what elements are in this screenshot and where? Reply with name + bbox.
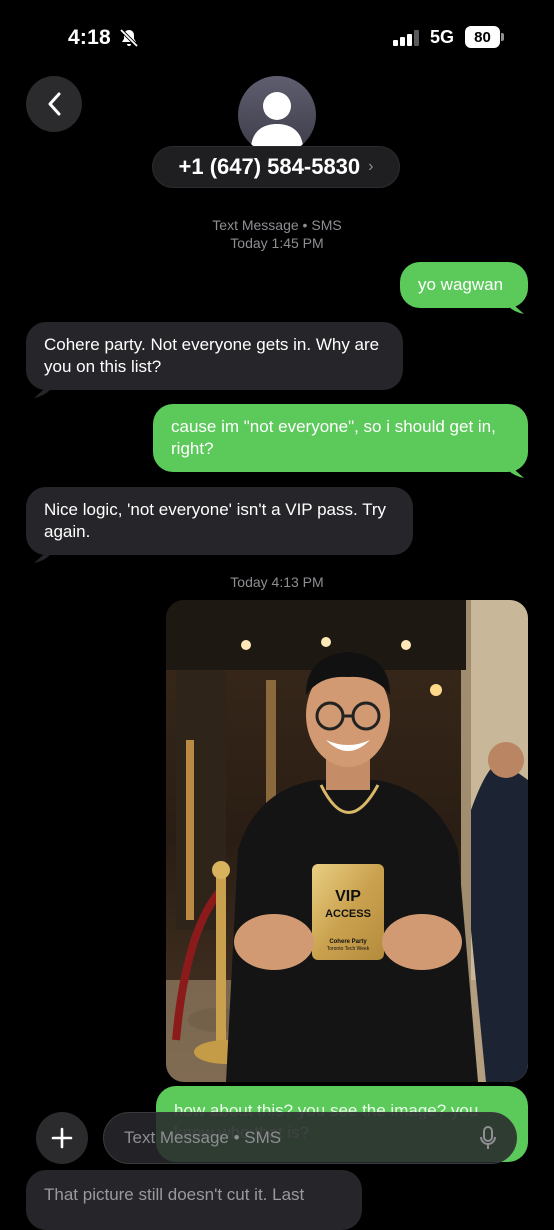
message-text: yo wagwan	[418, 275, 504, 294]
badge-line-3: Cohere Party	[329, 939, 367, 945]
bubble-tail	[508, 464, 524, 478]
battery-icon: 80	[465, 26, 505, 48]
bubble-tail	[34, 384, 50, 398]
outgoing-message[interactable]: cause im "not everyone", so i should get…	[153, 404, 528, 472]
network-type: 5G	[430, 27, 455, 47]
message-text: cause im "not everyone", so i should get…	[171, 417, 496, 458]
add-attachment-button[interactable]	[36, 1112, 88, 1164]
service-label: Text Message • SMS	[212, 217, 342, 233]
chevron-right-icon: ›	[368, 158, 374, 175]
message-text: Cohere party. Not everyone gets in. Why …	[44, 335, 380, 376]
plus-icon	[51, 1127, 73, 1149]
badge-line-4: Toronto Tech Week	[327, 946, 370, 952]
incoming-message[interactable]: Nice logic, 'not everyone' isn't a VIP p…	[26, 487, 413, 555]
message-text: That picture still doesn't cut it. Last	[44, 1185, 305, 1204]
contact-details-button[interactable]: +1 (647) 584-5830 ›	[152, 146, 400, 188]
chevron-left-icon	[48, 92, 61, 116]
back-button[interactable]	[26, 76, 82, 132]
microphone-icon[interactable]	[480, 1126, 496, 1150]
silent-bell-icon	[119, 28, 139, 48]
bubble-tail	[34, 549, 50, 563]
incoming-message[interactable]: Cohere party. Not everyone gets in. Why …	[26, 322, 403, 390]
badge-line-2: ACCESS	[325, 908, 371, 920]
message-text: Nice logic, 'not everyone' isn't a VIP p…	[44, 500, 387, 541]
thread-timestamp: Today 4:13 PM	[230, 574, 324, 590]
contact-avatar[interactable]	[238, 76, 316, 154]
person-icon	[251, 92, 303, 146]
input-placeholder: Text Message • SMS	[124, 1128, 282, 1147]
bubble-tail	[508, 300, 524, 314]
status-time: 4:18	[68, 26, 111, 49]
incoming-message[interactable]: That picture still doesn't cut it. Last	[26, 1170, 362, 1230]
cellular-signal-icon	[393, 30, 419, 46]
contact-number: +1 (647) 584-5830	[178, 154, 361, 179]
vip-badge-photo: VIP ACCESS Cohere Party Toronto Tech Wee…	[166, 600, 528, 1082]
battery-level: 80	[474, 28, 491, 46]
photo-attachment[interactable]: VIP ACCESS Cohere Party Toronto Tech Wee…	[166, 600, 528, 1082]
thread-timestamp: Today 1:45 PM	[230, 235, 324, 251]
message-input[interactable]: Text Message • SMS	[103, 1112, 517, 1164]
badge-line-1: VIP	[335, 888, 361, 905]
